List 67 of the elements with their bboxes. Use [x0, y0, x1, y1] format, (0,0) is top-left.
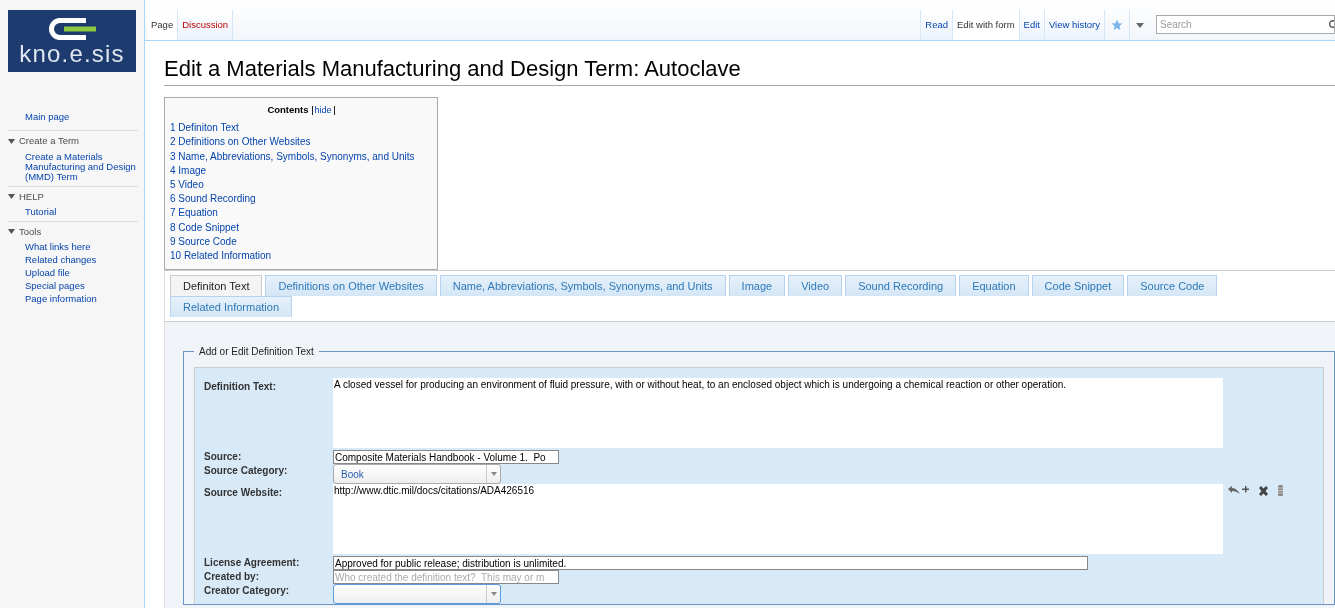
field-label: Source:	[204, 450, 243, 463]
dropdown[interactable]	[333, 584, 501, 604]
input-field[interactable]: Approved for public release; distribution is unlimited.	[333, 556, 1088, 570]
text-area[interactable]: A closed vessel for producing an environment of fluid pressure, with or without heat, to an enclosed object which is undergoing a chemical reaction or other operation.	[333, 378, 1223, 448]
site-logo[interactable]: kno.e.sis	[8, 10, 136, 72]
field-label: Definition Text:	[204, 380, 278, 393]
logo-text: kno.e.sis	[19, 42, 125, 66]
form-tab[interactable]: Image	[728, 275, 786, 296]
form-tab[interactable]: Definitions on Other Websites	[265, 275, 437, 296]
dropdown[interactable]: Book	[333, 464, 501, 484]
page-tab[interactable]: Page	[147, 10, 179, 40]
caret-icon[interactable]	[490, 592, 497, 596]
sidebar-section-heading[interactable]: Create a Term	[19, 134, 79, 149]
toc-link[interactable]: 3 Name, Abbreviations, Symbols, Synonyms, and Units	[170, 149, 432, 164]
field-label: Source Category:	[204, 464, 289, 477]
field-label: Source Website:	[204, 486, 284, 499]
form-tab[interactable]: Code Snippet	[1031, 275, 1125, 296]
sidebar-link[interactable]: Create a Materials Manufacturing and Design (MMD) Term	[8, 151, 138, 182]
toc-link[interactable]: 4 Image	[170, 163, 432, 179]
page-tab[interactable]: Discussion	[178, 10, 234, 40]
view-tab[interactable]: Edit with form	[952, 10, 1019, 40]
view-tab[interactable]: Read	[920, 10, 953, 40]
toc-link[interactable]: 2 Definitions on Other Websites	[170, 135, 432, 150]
sidebar-link[interactable]: Tutorial	[8, 206, 138, 217]
page-title: Edit a Materials Manufacturing and Design Term: Autoclave	[164, 55, 1335, 86]
form-tab[interactable]: Related Information	[170, 296, 292, 317]
sidebar-link[interactable]: Page information	[8, 294, 138, 304]
collapse-arrow-icon[interactable]	[8, 138, 15, 144]
text-area[interactable]: http://www.dtic.mil/docs/citations/ADA426516	[333, 484, 1223, 554]
form-tab[interactable]: Source Code	[1127, 275, 1218, 296]
input-field[interactable]: Composite Materials Handbook - Volume 1. Po	[333, 450, 559, 464]
fieldset-legend: Add or Edit Definition Text	[194, 344, 319, 359]
sidebar-link[interactable]: Upload file	[8, 268, 138, 278]
toc-link[interactable]: 10 Related Information	[170, 249, 432, 264]
drag-handle-icon[interactable]	[1278, 485, 1283, 496]
form-tab[interactable]: Name, Abbreviations, Symbols, Synonyms, and Units	[439, 275, 726, 296]
sidebar-section-heading[interactable]: Tools	[19, 224, 42, 239]
sidebar-link[interactable]: What links here	[8, 242, 138, 252]
star-icon[interactable]	[1111, 19, 1123, 31]
toc-link[interactable]: 9 Source Code	[170, 234, 432, 250]
form-tab[interactable]: Video	[788, 275, 843, 296]
toc-link[interactable]: 5 Video	[170, 178, 432, 193]
toc-link[interactable]: 6 Sound Recording	[170, 192, 432, 207]
collapse-arrow-icon[interactable]	[8, 229, 15, 235]
form-tab[interactable]: Equation	[959, 275, 1029, 296]
field-label: Creator Category:	[204, 584, 291, 597]
toc-link[interactable]: 7 Equation	[170, 206, 432, 221]
form-tab[interactable]: Definiton Text	[170, 275, 263, 296]
add-arrow-icon[interactable]	[1227, 485, 1249, 496]
sidebar-link[interactable]: Related changes	[8, 255, 138, 265]
caret-icon[interactable]	[490, 472, 497, 476]
contents-heading: Contents	[267, 103, 309, 117]
view-tab[interactable]: View history	[1043, 10, 1104, 40]
form-tab[interactable]: Sound Recording	[845, 275, 957, 296]
field-label: Created by:	[204, 570, 260, 583]
caret-icon[interactable]	[1136, 22, 1144, 28]
delete-icon[interactable]	[1258, 485, 1269, 496]
sidebar-section-heading[interactable]: HELP	[19, 189, 44, 204]
hide-link[interactable]: hide	[311, 106, 335, 115]
sidebar-link[interactable]: Main page	[8, 110, 138, 125]
toc-link[interactable]: 1 Definiton Text	[170, 121, 432, 136]
input-field[interactable]: Who created the definition text? This may or m	[333, 570, 559, 584]
collapse-arrow-icon[interactable]	[8, 194, 15, 200]
view-tab[interactable]: Edit	[1018, 10, 1044, 40]
sidebar-link[interactable]: Special pages	[8, 281, 138, 291]
toc-link[interactable]: 8 Code Snippet	[170, 220, 432, 235]
field-label: License Agreement:	[204, 556, 301, 569]
